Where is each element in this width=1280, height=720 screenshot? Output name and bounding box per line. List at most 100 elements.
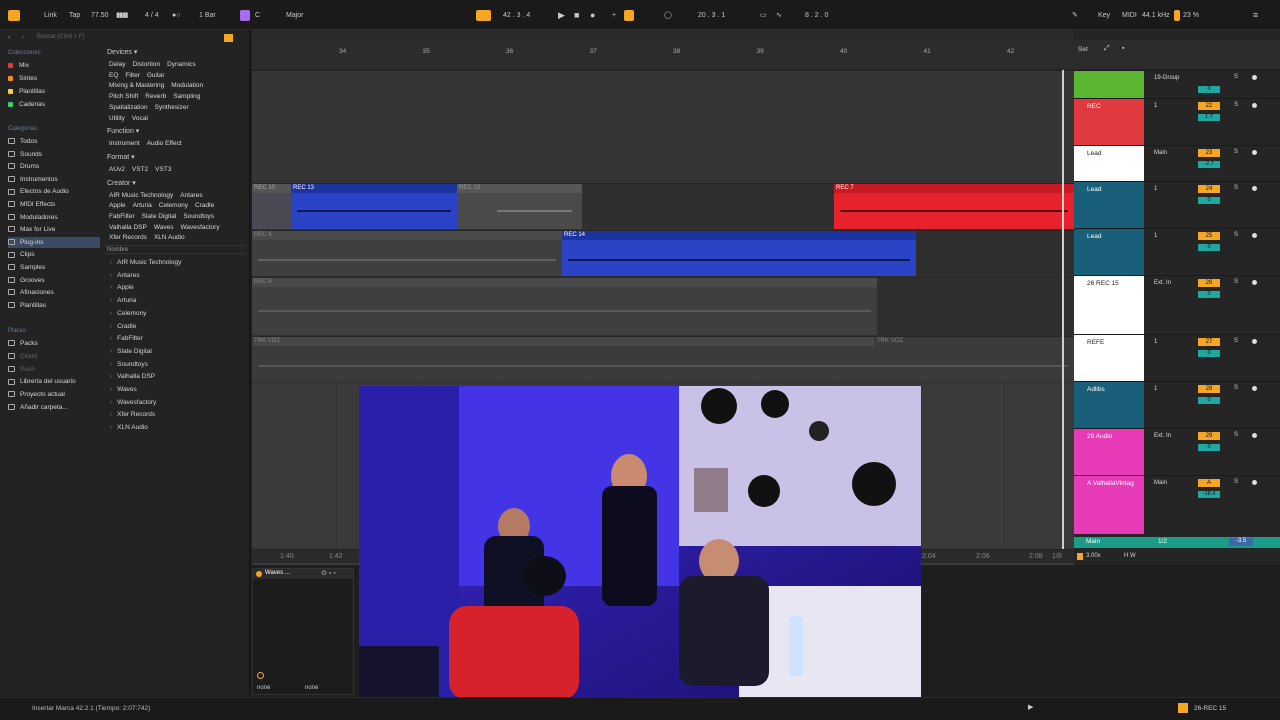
scrub-area[interactable] xyxy=(252,30,1074,40)
scale-select[interactable]: Major xyxy=(286,10,304,21)
filter-tag[interactable]: Soundtoys xyxy=(181,212,216,222)
volume-field[interactable]: 0 xyxy=(1198,291,1220,298)
category-item[interactable]: Todos xyxy=(8,136,37,147)
filter-tag[interactable]: Utility xyxy=(107,114,127,124)
filter-tag[interactable]: Reverb xyxy=(143,92,168,102)
browser-options-icon[interactable] xyxy=(224,34,233,42)
filter-tag[interactable]: Synthesizer xyxy=(153,103,191,113)
scale-icon[interactable] xyxy=(240,10,250,21)
track-name[interactable] xyxy=(1074,71,1144,98)
track-header[interactable]: 29 Audio Ext. In 29 0 S xyxy=(1074,428,1280,475)
folder-item[interactable]: Celemony xyxy=(110,308,146,320)
arm-record-icon[interactable] xyxy=(1252,386,1257,391)
folder-item[interactable]: Cradle xyxy=(110,321,136,333)
filter-tag[interactable]: Sampling xyxy=(171,92,202,102)
filter-tag[interactable]: EQ xyxy=(107,71,120,81)
solo-button[interactable]: S xyxy=(1234,74,1238,80)
filter-tag[interactable]: Cradle xyxy=(193,201,216,211)
height-icon[interactable]: H W xyxy=(1124,553,1136,559)
filter-tag[interactable]: Dynamics xyxy=(165,60,198,70)
filter-tag[interactable]: FabFilter xyxy=(107,212,137,222)
follow-button[interactable] xyxy=(476,10,491,21)
filter-tag[interactable]: Wavesfactory xyxy=(178,223,221,233)
key-root-select[interactable]: C xyxy=(255,10,260,21)
volume-field[interactable]: 0 xyxy=(1198,244,1220,251)
folder-item[interactable]: Slate Digital xyxy=(110,346,152,358)
sidechain-select[interactable]: none xyxy=(305,685,318,691)
place-item[interactable]: Packs xyxy=(8,338,38,349)
input-routing-select[interactable]: 19-Group xyxy=(1154,75,1179,81)
filter-tag[interactable]: AUv2 xyxy=(107,165,127,175)
pencil-icon[interactable]: ✎ xyxy=(1072,10,1078,21)
master-route[interactable]: 1/2 xyxy=(1158,538,1167,545)
filter-tag[interactable]: AIR Music Technology xyxy=(107,191,175,201)
filter-tag[interactable]: Filter xyxy=(123,71,141,81)
solo-button[interactable]: S xyxy=(1234,185,1238,191)
folder-item[interactable]: Valhalla DSP xyxy=(110,371,155,383)
track-activator[interactable]: 25 xyxy=(1198,232,1220,240)
position-field[interactable]: 42 . 3 . 4 xyxy=(503,10,530,21)
track-name[interactable]: A ValhallaVintag xyxy=(1074,476,1144,534)
folder-item[interactable]: FabFilter xyxy=(110,333,143,345)
place-item[interactable]: Librería del usuario xyxy=(8,376,76,387)
volume-field[interactable]: -2.7 xyxy=(1198,161,1220,168)
device-knob[interactable] xyxy=(257,672,264,679)
track-header[interactable]: Lead Main 23 -2.7 S xyxy=(1074,145,1280,181)
place-item[interactable]: Push xyxy=(8,364,35,375)
category-item[interactable]: Efectos de Audio xyxy=(8,186,69,197)
category-item[interactable]: Moduladores xyxy=(8,212,58,223)
track-activator[interactable]: 27 xyxy=(1198,338,1220,346)
audio-clip[interactable]: TRK VOZ TRK VOZ xyxy=(252,337,1074,382)
category-item[interactable]: Drums xyxy=(8,161,39,172)
track-activator[interactable]: 22 xyxy=(1198,102,1220,110)
play-button[interactable]: ▶ xyxy=(558,10,565,21)
filter-section-title[interactable]: Creator ▾ xyxy=(107,179,136,189)
track-activator[interactable]: 28 xyxy=(1198,385,1220,393)
volume-field[interactable]: 0 xyxy=(1198,397,1220,404)
folder-item[interactable]: Soundtoys xyxy=(110,359,148,371)
collection-item[interactable]: Cadenas xyxy=(8,99,45,110)
link-button[interactable]: Link xyxy=(44,10,57,21)
volume-field[interactable]: 0 xyxy=(1198,350,1220,357)
filter-tag[interactable]: Mixing & Mastering xyxy=(107,81,166,91)
input-routing-select[interactable]: Main xyxy=(1154,150,1167,156)
audio-clip[interactable]: REC 13 xyxy=(291,184,457,229)
folder-item[interactable]: Wavesfactory xyxy=(110,397,156,409)
filter-tag[interactable]: Vocal xyxy=(130,114,150,124)
solo-button[interactable]: S xyxy=(1234,338,1238,344)
input-routing-select[interactable]: Ext. In xyxy=(1154,280,1171,286)
device-power-icon[interactable] xyxy=(256,571,262,577)
track-header[interactable]: REC 1 22 1.7 S xyxy=(1074,98,1280,145)
volume-field[interactable]: 0 xyxy=(1198,444,1220,451)
input-routing-select[interactable]: 1 xyxy=(1154,186,1157,192)
category-item[interactable]: Afinaciones xyxy=(8,287,54,298)
input-routing-select[interactable]: 1 xyxy=(1154,103,1157,109)
key-map-button[interactable]: Key xyxy=(1098,10,1110,21)
filter-tag[interactable]: Celemony xyxy=(157,201,190,211)
solo-button[interactable]: S xyxy=(1234,279,1238,285)
filter-tag[interactable]: VST2 xyxy=(130,165,150,175)
track-header[interactable]: REFE 1 27 0 S xyxy=(1074,334,1280,381)
filter-tag[interactable]: XLN Audio xyxy=(152,233,187,243)
arm-record-icon[interactable] xyxy=(1252,150,1257,155)
filter-tag[interactable]: Modulation xyxy=(169,81,205,91)
loop-start-field[interactable]: 20 . 3 . 1 xyxy=(698,10,725,21)
category-item[interactable]: Plug-ins xyxy=(8,236,100,248)
filter-section-title[interactable]: Devices ▾ xyxy=(107,48,137,58)
track-activator[interactable]: 26 xyxy=(1198,279,1220,287)
category-item[interactable]: Clips xyxy=(8,249,34,260)
set-button[interactable]: Set xyxy=(1078,46,1088,53)
master-volume[interactable]: -3.5 xyxy=(1229,538,1253,546)
sidechain-select[interactable]: none xyxy=(257,685,270,691)
view-toggle-icon[interactable] xyxy=(8,10,20,21)
arm-record-icon[interactable] xyxy=(1252,339,1257,344)
solo-button[interactable]: S xyxy=(1234,149,1238,155)
filter-tag[interactable]: Pitch Shift xyxy=(107,92,140,102)
draw-mode-icon[interactable]: ∿ xyxy=(776,10,782,21)
tempo-field[interactable]: 77.50 xyxy=(91,10,109,21)
folder-item[interactable]: Arturia xyxy=(110,295,136,307)
track-header[interactable]: Lead 1 24 0 S xyxy=(1074,181,1280,228)
beat-ruler[interactable]: 34 35 36 37 38 39 40 41 42 xyxy=(252,40,1074,70)
track-name[interactable]: REFE xyxy=(1074,335,1144,381)
tap-button[interactable]: Tap xyxy=(69,10,80,21)
